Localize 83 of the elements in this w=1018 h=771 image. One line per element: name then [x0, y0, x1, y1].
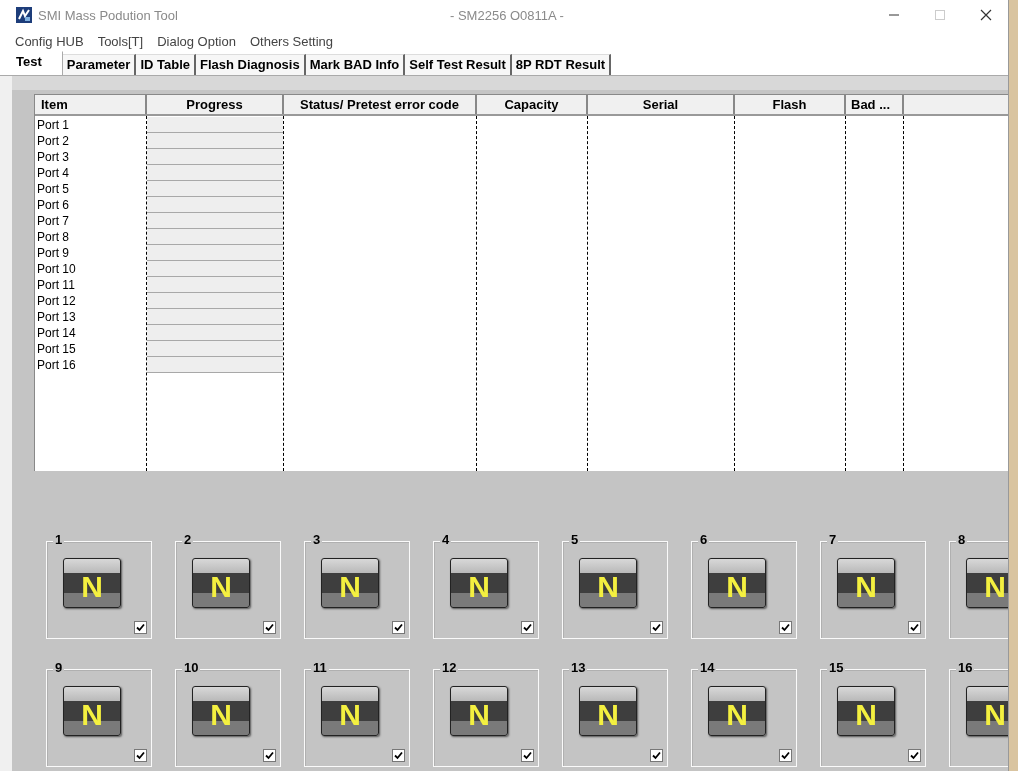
status-icon: N: [966, 686, 1008, 736]
status-icon: N: [192, 558, 250, 608]
port-number: 10: [182, 661, 201, 675]
table-cell-text: Port 11: [36, 277, 76, 293]
checkbox[interactable]: [263, 749, 276, 762]
status-icon: N: [321, 558, 379, 608]
column-header[interactable]: Progress: [147, 95, 284, 114]
status-icon: N: [450, 686, 508, 736]
checkbox[interactable]: [650, 749, 663, 762]
port-number: 7: [827, 533, 839, 547]
table-cell-text: Port 2: [36, 133, 70, 149]
tab[interactable]: Flash Diagnosis: [196, 54, 306, 75]
column-header[interactable]: Item: [35, 95, 147, 114]
tab[interactable]: ID Table: [136, 54, 196, 75]
checkbox[interactable]: [134, 621, 147, 634]
table-cell-text: Port 12: [36, 293, 77, 309]
checkbox[interactable]: [650, 621, 663, 634]
column-header[interactable]: Serial: [588, 95, 735, 114]
status-icon: N: [63, 686, 121, 736]
tab[interactable]: Parameter: [62, 54, 137, 75]
checkbox[interactable]: [392, 749, 405, 762]
checkbox[interactable]: [134, 749, 147, 762]
table-cell-text: Port 13: [36, 309, 77, 325]
table-cell-text: Port 3: [36, 149, 70, 165]
status-icon: N: [708, 558, 766, 608]
checkbox[interactable]: [779, 749, 792, 762]
port-number: 15: [827, 661, 846, 675]
port-number: 9: [53, 661, 65, 675]
status-icon: N: [579, 686, 637, 736]
status-icon: N: [837, 558, 895, 608]
checkbox[interactable]: [263, 621, 276, 634]
port-number: 14: [698, 661, 717, 675]
tab[interactable]: Self Test Result: [405, 54, 512, 75]
port-number: 11: [311, 661, 329, 675]
column-header[interactable]: Status/ Pretest error code: [284, 95, 477, 114]
checkbox[interactable]: [779, 621, 792, 634]
table-cell-text: Port 6: [36, 197, 70, 213]
port-number: 8: [956, 533, 968, 547]
status-icon: N: [63, 558, 121, 608]
table-cell-text: Port 16: [36, 357, 77, 373]
checkbox[interactable]: [392, 621, 405, 634]
menu-item[interactable]: Others Setting: [249, 33, 334, 49]
port-number: 1: [53, 533, 65, 547]
window-title: SMI Mass Podution Tool: [38, 7, 179, 23]
port-number: 6: [698, 533, 710, 547]
port-number: 16: [956, 661, 975, 675]
tab[interactable]: 8P RDT Result: [511, 54, 612, 75]
checkbox[interactable]: [908, 749, 921, 762]
port-number: 13: [569, 661, 588, 675]
window-subtitle: - SM2256 O0811A -: [450, 7, 564, 23]
tab[interactable]: Mark BAD Info: [305, 54, 406, 75]
checkbox[interactable]: [521, 749, 534, 762]
table-cell-text: Port 9: [36, 245, 70, 261]
status-icon: N: [708, 686, 766, 736]
menu-item[interactable]: Config HUB: [15, 33, 84, 49]
table-cell-text: Port 15: [36, 341, 77, 357]
table-cell-text: Port 8: [36, 229, 70, 245]
port-number: 5: [569, 533, 581, 547]
close-icon[interactable]: [980, 9, 992, 21]
table-cell-text: Port 7: [36, 213, 70, 229]
column-header[interactable]: Flash: [735, 95, 846, 114]
table-cell-text: Port 5: [36, 181, 70, 197]
app-icon: [16, 7, 32, 23]
table-cell-text: Port 10: [36, 261, 77, 277]
status-icon: N: [192, 686, 250, 736]
menu-item[interactable]: Tools[T]: [97, 33, 144, 49]
port-number: 12: [440, 661, 459, 675]
port-number: 2: [182, 533, 194, 547]
port-number: 3: [311, 533, 323, 547]
status-icon: N: [837, 686, 895, 736]
checkbox[interactable]: [908, 621, 921, 634]
table-cell-text: Port 1: [36, 117, 70, 133]
status-icon: N: [966, 558, 1008, 608]
status-icon: N: [579, 558, 637, 608]
table-cell-text: Port 4: [36, 165, 70, 181]
column-header[interactable]: Capacity: [477, 95, 588, 114]
status-icon: N: [450, 558, 508, 608]
column-header[interactable]: Bad ...: [846, 95, 904, 114]
port-number: 4: [440, 533, 452, 547]
menu-item[interactable]: Dialog Option: [157, 33, 236, 49]
status-icon: N: [321, 686, 379, 736]
table-cell-text: Port 14: [36, 325, 77, 341]
checkbox[interactable]: [521, 621, 534, 634]
